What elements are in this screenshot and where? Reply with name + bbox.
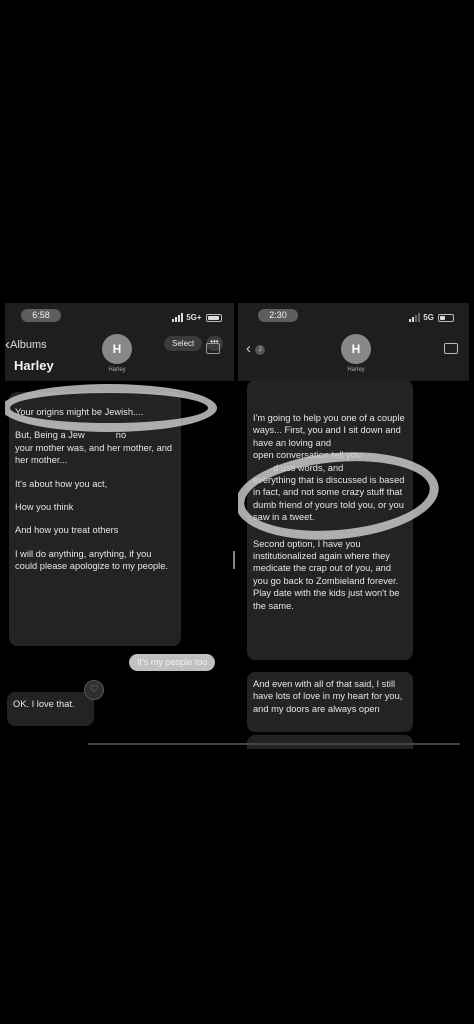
right-status-time: 2:30 [258,309,298,322]
right-message-partial [247,735,413,749]
left-msg-line-7: I will do anything, anything, if you cou… [15,548,168,572]
scribble-annotation-left [5,384,217,432]
right-avatar[interactable]: H [341,334,371,364]
albums-label: Albums [10,339,47,351]
sent-message-bubble: It's my people too [129,654,216,671]
left-avatar[interactable]: H [102,334,132,364]
right-network-label: 5G [423,313,434,322]
unread-badge: 2 [255,345,266,355]
left-reply-text: OK. I love that. [13,699,75,709]
left-avatar-name: Harley [108,367,126,373]
left-msg-line-3: your mother was, and her mother, and her… [15,442,173,466]
left-status-icons: 5G+ [172,313,222,322]
left-network-label: 5G+ [186,313,202,322]
right-screenshot: 2:30 5G ‹ 2 H Harley I'm going to help y… [238,303,469,749]
video-camera-icon[interactable] [444,343,458,354]
battery-icon [438,313,455,322]
divider-line [88,743,460,745]
left-msg-line-6: And how you treat others [15,525,119,536]
left-header: 6:58 5G+ ‹Albums Harley H Harley Select … [5,303,234,381]
right-msg-1-a: I'm going to help you one of a couple wa… [253,413,405,448]
left-status-time: 6:58 [21,309,61,322]
back-button[interactable]: ‹ 2 [246,340,266,357]
select-button[interactable]: Select [164,336,203,351]
left-msg-line-5: How you think [15,502,74,513]
scroll-handle[interactable] [233,551,235,569]
left-msg-line-4: It's about how you act, [15,478,108,489]
heart-reaction-icon[interactable]: ♡ [84,680,104,700]
harley-title: Harley [14,358,54,373]
right-message-3: And even with all of that said, I still … [247,672,413,732]
video-camera-icon[interactable] [206,343,220,354]
right-avatar-name: Harley [347,367,365,373]
left-msg-line-2a: But, Being a Jew [15,430,85,441]
right-msg-3-text: And even with all of that said, I still … [253,679,403,714]
back-albums-button[interactable]: ‹Albums [5,336,47,353]
chevron-left-icon: ‹ [246,340,251,357]
left-reply-bubble: OK. I love that. [7,692,94,726]
signal-icon [409,313,421,322]
right-msg-2: Second option, I have you institutionali… [253,538,400,611]
right-header: 2:30 5G ‹ 2 H Harley [238,303,469,381]
right-status-icons: 5G [409,313,455,322]
battery-charging-icon [205,313,222,322]
signal-icon [172,313,184,322]
left-screenshot: 6:58 5G+ ‹Albums Harley H Harley Select … [5,303,234,749]
